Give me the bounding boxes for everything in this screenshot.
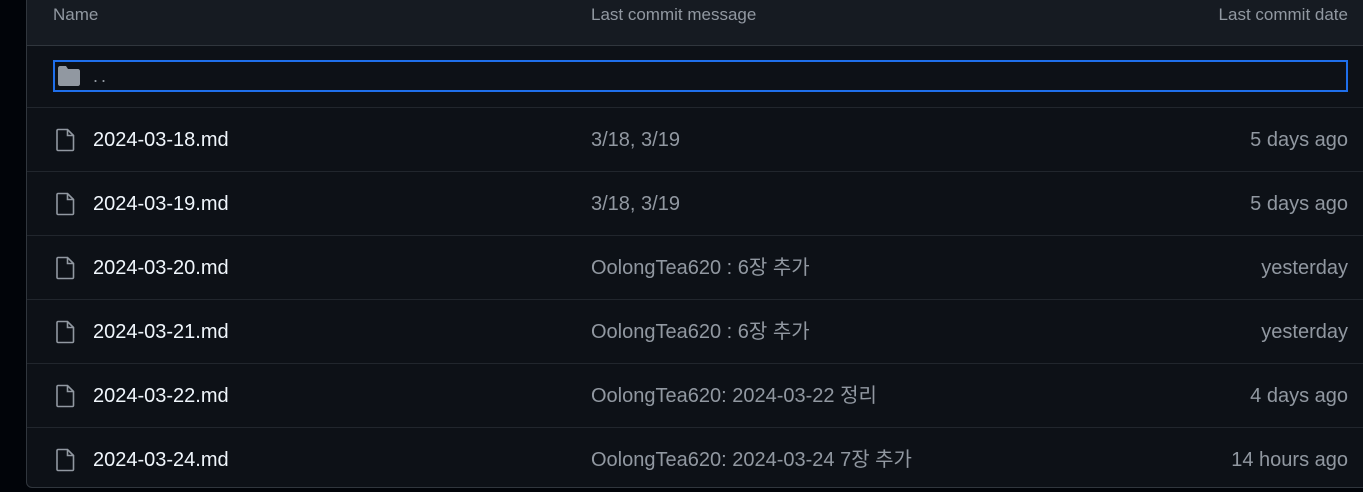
- file-icon: [53, 448, 77, 472]
- file-name-link[interactable]: 2024-03-21.md: [93, 320, 229, 344]
- commit-date: 4 days ago: [1250, 385, 1348, 407]
- page-gutter: [0, 0, 26, 490]
- file-name-link[interactable]: 2024-03-24.md: [93, 448, 229, 472]
- commit-message-link[interactable]: OolongTea620: 2024-03-22 정리: [591, 384, 877, 408]
- parent-directory-link[interactable]: ..: [53, 60, 1348, 92]
- table-row[interactable]: 2024-03-18.md 3/18, 3/19 5 days ago: [27, 108, 1363, 172]
- table-row[interactable]: 2024-03-24.md OolongTea620: 2024-03-24 7…: [27, 428, 1363, 492]
- commit-message-link[interactable]: OolongTea620: 2024-03-24 7장 추가: [591, 448, 912, 472]
- commit-message-link[interactable]: OolongTea620 : 6장 추가: [591, 320, 810, 344]
- file-icon: [53, 384, 77, 408]
- commit-date: 5 days ago: [1250, 193, 1348, 215]
- file-icon: [53, 192, 77, 216]
- file-icon: [53, 256, 77, 280]
- commit-date: 14 hours ago: [1231, 449, 1348, 471]
- file-name-link[interactable]: 2024-03-19.md: [93, 192, 229, 216]
- table-row[interactable]: 2024-03-19.md 3/18, 3/19 5 days ago: [27, 172, 1363, 236]
- commit-date: yesterday: [1261, 257, 1348, 279]
- table-row[interactable]: 2024-03-20.md OolongTea620 : 6장 추가 yeste…: [27, 236, 1363, 300]
- table-row[interactable]: 2024-03-22.md OolongTea620: 2024-03-22 정…: [27, 364, 1363, 428]
- table-row[interactable]: 2024-03-21.md OolongTea620 : 6장 추가 yeste…: [27, 300, 1363, 364]
- file-name-link[interactable]: 2024-03-20.md: [93, 256, 229, 280]
- folder-icon: [57, 65, 81, 92]
- column-header-name: Name: [53, 5, 99, 24]
- file-name-link[interactable]: 2024-03-22.md: [93, 384, 229, 408]
- parent-directory-label: ..: [93, 66, 110, 86]
- commit-date: yesterday: [1261, 321, 1348, 343]
- commit-message-link[interactable]: OolongTea620 : 6장 추가: [591, 256, 810, 280]
- commit-message-link[interactable]: 3/18, 3/19: [591, 128, 680, 152]
- file-name-link[interactable]: 2024-03-18.md: [93, 128, 229, 152]
- file-icon: [53, 320, 77, 344]
- table-header: Name Last commit message Last commit dat…: [27, 0, 1363, 46]
- file-icon: [53, 128, 77, 152]
- file-table: Name Last commit message Last commit dat…: [26, 0, 1363, 488]
- column-header-commit-date: Last commit date: [1218, 5, 1348, 24]
- commit-message-link[interactable]: 3/18, 3/19: [591, 192, 680, 216]
- column-header-commit-message: Last commit message: [591, 5, 757, 24]
- commit-date: 5 days ago: [1250, 129, 1348, 151]
- parent-directory-row: ..: [27, 46, 1363, 108]
